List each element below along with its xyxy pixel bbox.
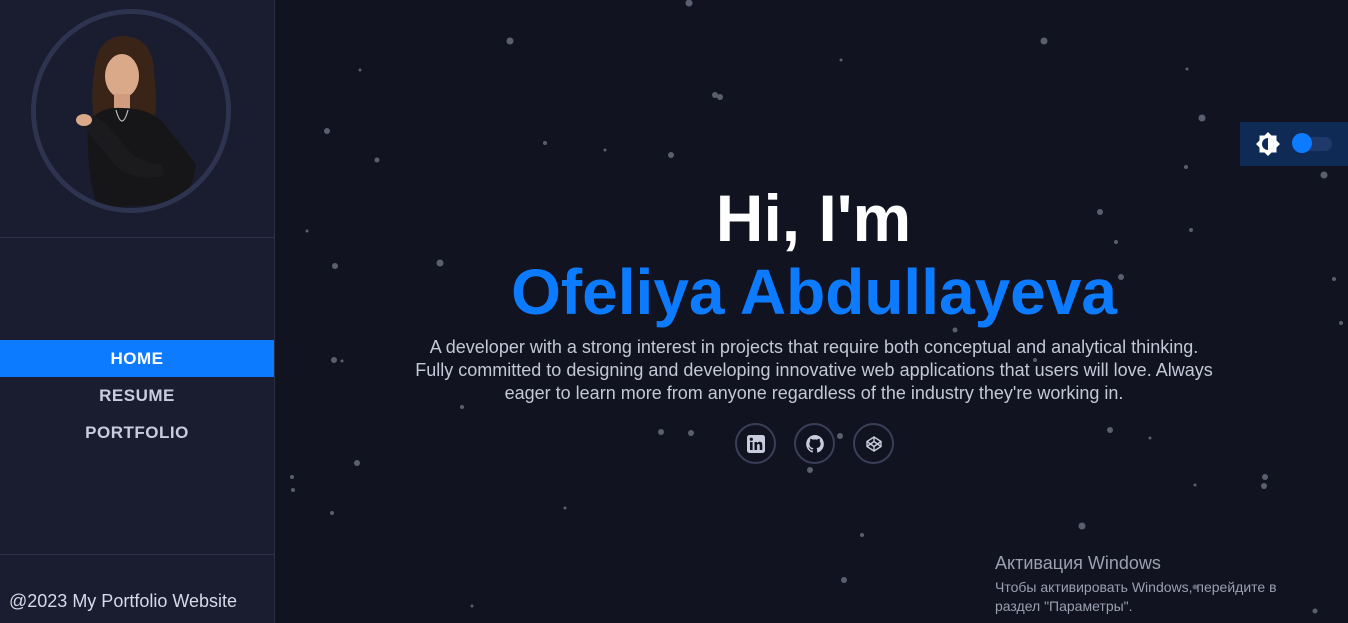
theme-switch-knob xyxy=(1292,133,1312,153)
hero-name: Ofeliya Abdullayeva xyxy=(511,256,1117,328)
windows-activation-text: Чтобы активировать Windows, перейдите в … xyxy=(995,578,1277,616)
hero-greeting: Hi, I'm xyxy=(715,181,912,255)
sidebar-divider-top xyxy=(0,237,275,238)
nav-item-resume[interactable]: RESUME xyxy=(0,377,274,414)
theme-switch[interactable] xyxy=(1292,133,1332,153)
codepen-icon xyxy=(865,435,882,452)
profile-photo xyxy=(36,14,226,208)
hero-bio-line-3: eager to learn more from anyone regardle… xyxy=(504,383,1124,403)
linkedin-link[interactable] xyxy=(735,423,776,464)
nav-item-home[interactable]: HOME xyxy=(0,340,274,377)
avatar xyxy=(31,9,231,213)
social-links xyxy=(735,423,894,464)
windows-activation-line-2: раздел "Параметры". xyxy=(995,598,1133,614)
theme-toggle[interactable] xyxy=(1240,122,1348,166)
sidebar: HOME RESUME PORTFOLIO @2023 My Portfolio… xyxy=(0,0,275,623)
nav-item-portfolio[interactable]: PORTFOLIO xyxy=(0,414,274,451)
sidebar-divider-bottom xyxy=(0,554,275,555)
hero-bio-line-2: Fully committed to designing and develop… xyxy=(415,360,1213,380)
hero-bio-line-1: A developer with a strong interest in pr… xyxy=(429,337,1199,357)
hero-bio: A developer with a strong interest in pr… xyxy=(374,336,1254,405)
main-nav: HOME RESUME PORTFOLIO xyxy=(0,340,274,451)
windows-activation-line-1: Чтобы активировать Windows, перейдите в xyxy=(995,579,1277,595)
github-link[interactable] xyxy=(794,423,835,464)
footer-copyright: @2023 My Portfolio Website xyxy=(9,591,238,611)
codepen-link[interactable] xyxy=(853,423,894,464)
brightness-icon xyxy=(1256,132,1280,156)
windows-activation-watermark: Активация Windows Чтобы активировать Win… xyxy=(995,552,1277,616)
github-icon xyxy=(805,434,824,453)
hero-section: Hi, I'm Ofeliya Abdullayeva A developer … xyxy=(275,180,1348,405)
linkedin-icon xyxy=(746,434,765,453)
windows-activation-title: Активация Windows xyxy=(995,553,1161,573)
